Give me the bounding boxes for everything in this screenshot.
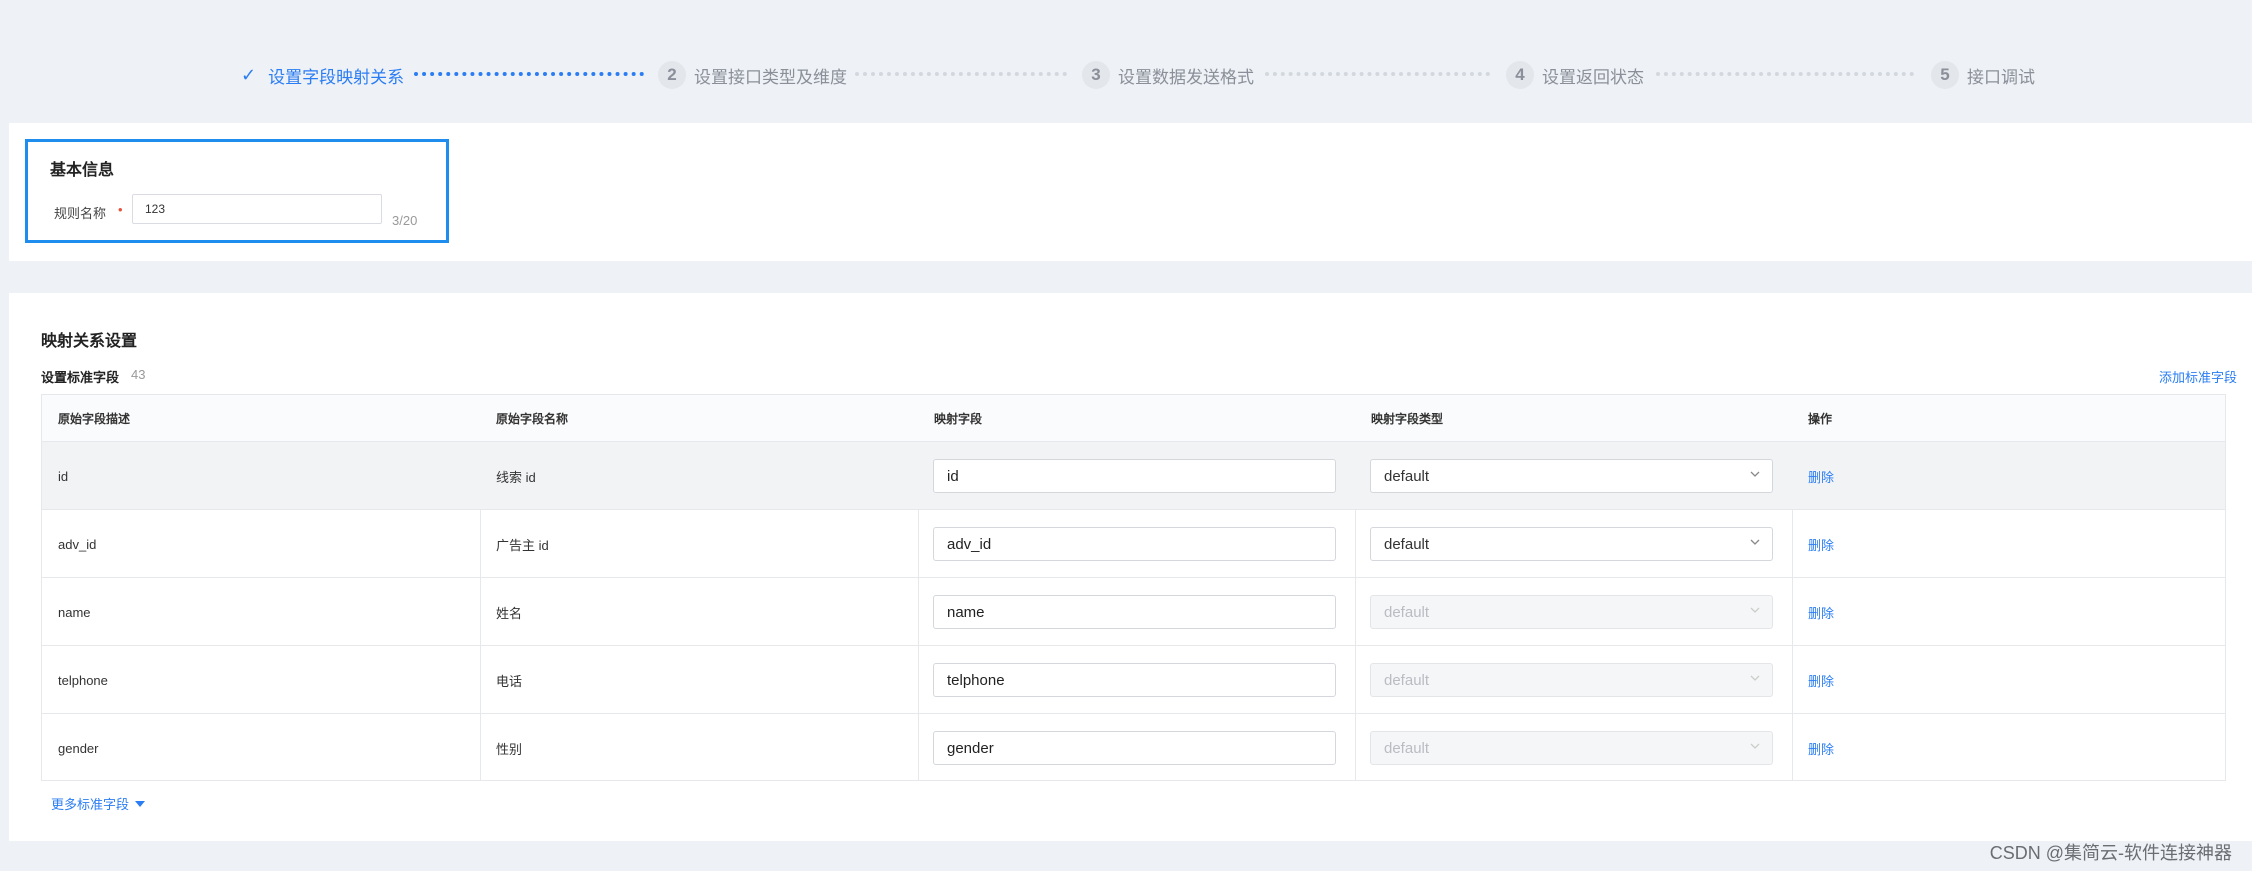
basic-info-panel: 基本信息 规则名称 • 123 3/20 bbox=[9, 123, 2252, 261]
delete-link[interactable]: 删除 bbox=[1808, 442, 1834, 510]
chevron-down-icon bbox=[1750, 607, 1760, 613]
mapped-field-input[interactable]: id bbox=[933, 459, 1336, 493]
step-label: 接口调试 bbox=[1967, 67, 2035, 87]
chevron-down-icon bbox=[1750, 471, 1760, 477]
rule-name-input[interactable]: 123 bbox=[132, 194, 382, 224]
table-row: gender 性别 gender default 删除 bbox=[42, 714, 2225, 782]
select-value: default bbox=[1384, 467, 1430, 485]
mapped-field-input[interactable]: name bbox=[933, 595, 1336, 629]
mapped-type-select: default bbox=[1370, 731, 1773, 765]
mapped-type-select: default bbox=[1370, 595, 1773, 629]
step-label: 设置数据发送格式 bbox=[1118, 67, 1254, 87]
add-standard-field-link[interactable]: 添加标准字段 bbox=[2159, 367, 2237, 386]
table-row: adv_id 广告主 id adv_id default 删除 bbox=[42, 510, 2225, 578]
delete-link[interactable]: 删除 bbox=[1808, 578, 1834, 646]
step-connector bbox=[855, 72, 1067, 76]
mapping-panel: 映射关系设置 设置标准字段 43 添加标准字段 原始字段描述 原始字段名称 映射… bbox=[9, 293, 2252, 841]
column-header: 映射字段 bbox=[934, 412, 983, 426]
mapped-type-select[interactable]: default bbox=[1370, 459, 1773, 493]
select-value: default bbox=[1384, 739, 1430, 757]
step-4[interactable]: 4 设置返回状态 bbox=[1506, 58, 1644, 92]
field-desc: adv_id bbox=[58, 536, 97, 552]
basic-info-title: 基本信息 bbox=[50, 162, 115, 179]
steps-bar: ✓ 设置字段映射关系 2 设置接口类型及维度 3 设置数据发送格式 4 设置返回… bbox=[0, 0, 2252, 120]
column-header: 映射字段类型 bbox=[1371, 412, 1444, 426]
delete-link[interactable]: 删除 bbox=[1808, 714, 1834, 782]
step-number: 2 bbox=[658, 61, 686, 89]
mapped-field-input[interactable]: gender bbox=[933, 731, 1336, 765]
delete-link[interactable]: 删除 bbox=[1808, 510, 1834, 578]
delete-link[interactable]: 删除 bbox=[1808, 646, 1834, 714]
step-connector bbox=[1265, 72, 1490, 76]
required-mark: • bbox=[118, 202, 123, 217]
basic-info-box: 基本信息 规则名称 • 123 3/20 bbox=[25, 139, 449, 243]
mapped-type-select[interactable]: default bbox=[1370, 527, 1773, 561]
step-label: 设置字段映射关系 bbox=[268, 67, 405, 87]
table-row: telphone 电话 telphone default 删除 bbox=[42, 646, 2225, 714]
caret-down-icon bbox=[135, 800, 146, 807]
select-value: default bbox=[1384, 535, 1430, 553]
chevron-down-icon bbox=[1750, 675, 1760, 681]
chevron-down-icon bbox=[1750, 743, 1760, 749]
step-label: 设置接口类型及维度 bbox=[694, 67, 847, 87]
select-value: default bbox=[1384, 603, 1430, 621]
step-number: 3 bbox=[1082, 61, 1110, 89]
field-desc: telphone bbox=[58, 672, 108, 688]
mapping-table: 原始字段描述 原始字段名称 映射字段 映射字段类型 操作 id 线索 id id… bbox=[41, 394, 2226, 781]
field-desc: id bbox=[58, 468, 69, 484]
column-header: 原始字段描述 bbox=[58, 412, 131, 426]
mapped-field-input[interactable]: adv_id bbox=[933, 527, 1336, 561]
column-header: 原始字段名称 bbox=[496, 412, 569, 426]
step-2[interactable]: 2 设置接口类型及维度 bbox=[658, 58, 847, 92]
select-value: default bbox=[1384, 671, 1430, 689]
step-5[interactable]: 5 接口调试 bbox=[1931, 58, 2035, 92]
step-1[interactable]: ✓ 设置字段映射关系 bbox=[241, 58, 404, 92]
mapped-field-input[interactable]: telphone bbox=[933, 663, 1336, 697]
mapping-title: 映射关系设置 bbox=[41, 333, 138, 350]
watermark: CSDN @集简云-软件连接神器 bbox=[1989, 843, 2232, 863]
field-name: 广告主 id bbox=[496, 537, 549, 553]
step-connector bbox=[414, 72, 644, 76]
step-3[interactable]: 3 设置数据发送格式 bbox=[1082, 58, 1254, 92]
field-name: 性别 bbox=[496, 741, 523, 757]
table-row: name 姓名 name default 删除 bbox=[42, 578, 2225, 646]
step-number: 5 bbox=[1931, 61, 1959, 89]
table-row: id 线索 id id default 删除 bbox=[42, 442, 2225, 510]
mapped-type-select: default bbox=[1370, 663, 1773, 697]
step-label: 设置返回状态 bbox=[1542, 67, 1644, 87]
field-desc: name bbox=[58, 604, 91, 620]
table-header: 原始字段描述 原始字段名称 映射字段 映射字段类型 操作 bbox=[42, 395, 2225, 442]
step-connector bbox=[1656, 72, 1914, 76]
field-name: 线索 id bbox=[496, 469, 536, 485]
more-standard-fields-link[interactable]: 更多标准字段 bbox=[51, 794, 146, 813]
more-label: 更多标准字段 bbox=[51, 797, 130, 812]
check-icon: ✓ bbox=[241, 64, 257, 85]
column-header: 操作 bbox=[1808, 412, 1833, 426]
standard-fields-count: 43 bbox=[131, 367, 146, 382]
chevron-down-icon bbox=[1750, 539, 1760, 545]
step-number: 4 bbox=[1506, 61, 1534, 89]
standard-fields-title: 设置标准字段 bbox=[41, 370, 120, 385]
char-count: 3/20 bbox=[392, 213, 418, 228]
rule-name-label: 规则名称 bbox=[54, 206, 107, 221]
field-name: 电话 bbox=[496, 673, 523, 689]
field-name: 姓名 bbox=[496, 605, 523, 621]
field-desc: gender bbox=[58, 740, 99, 756]
